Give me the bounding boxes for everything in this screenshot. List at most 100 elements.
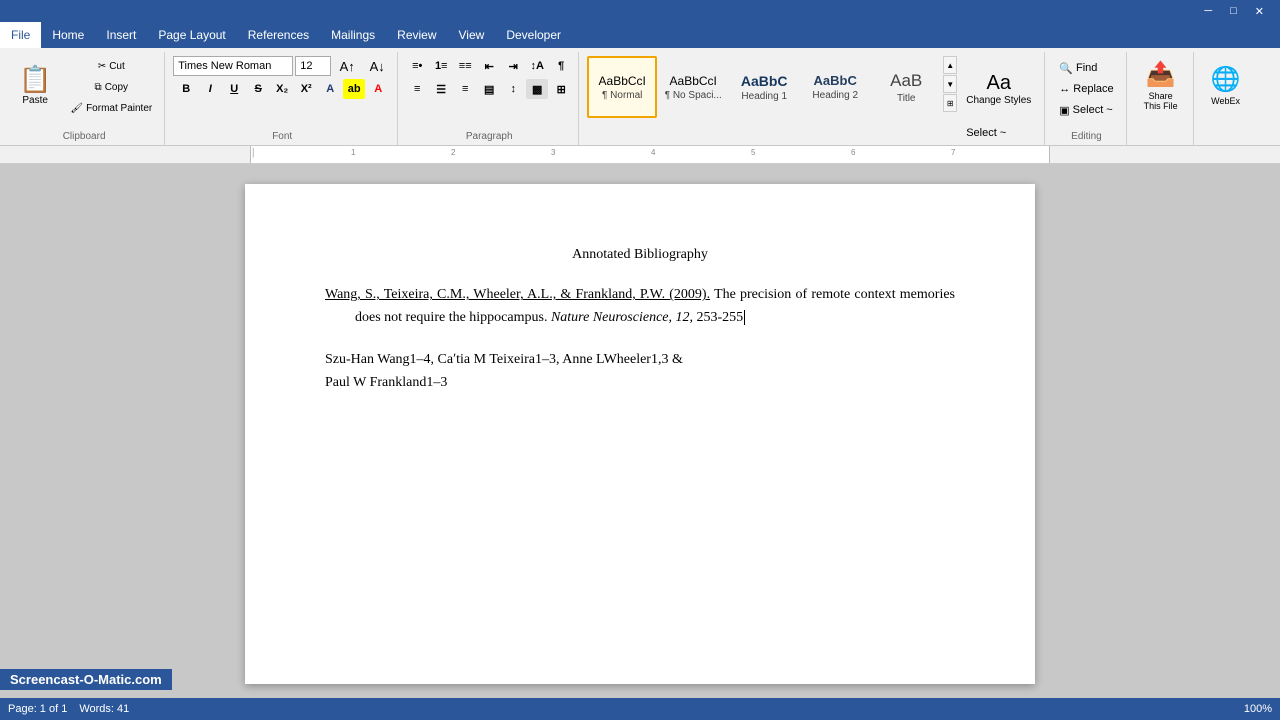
- share-button[interactable]: 📤 ShareThis File: [1135, 56, 1187, 114]
- text-effects-button[interactable]: A: [319, 79, 341, 99]
- document-area[interactable]: Annotated Bibliography Wang, S., Teixeir…: [0, 164, 1280, 698]
- document-page[interactable]: Annotated Bibliography Wang, S., Teixeir…: [245, 184, 1035, 684]
- replace-button[interactable]: ↔ Replace: [1053, 79, 1119, 99]
- underline-button[interactable]: U: [223, 79, 245, 99]
- cut-button[interactable]: ✂ Cut: [64, 56, 158, 76]
- bold-button[interactable]: B: [175, 79, 197, 99]
- font-size-input[interactable]: [295, 56, 331, 76]
- style-heading1-preview: AaBbC: [741, 73, 788, 89]
- webex-button[interactable]: 🌐 WebEx: [1202, 56, 1250, 114]
- ruler: │ 1 2 3 4 5 6 7: [0, 146, 1280, 164]
- font-label: Font: [272, 129, 292, 145]
- style-normal-label: ¶ Normal: [602, 90, 642, 101]
- menu-view[interactable]: View: [448, 22, 496, 48]
- paragraph-label: Paragraph: [466, 129, 513, 145]
- status-left: Page: 1 of 1 Words: 41: [8, 703, 129, 715]
- increase-indent-button[interactable]: ⇥: [502, 56, 524, 76]
- menu-file[interactable]: File: [0, 22, 41, 48]
- sort-button[interactable]: ↕A: [526, 56, 548, 76]
- share-icon: 📤: [1146, 60, 1176, 89]
- justify-button[interactable]: ▤: [478, 79, 500, 99]
- styles-gallery: AaBbCcI ¶ Normal AaBbCcI ¶ No Spaci... A…: [587, 56, 941, 118]
- style-heading2-preview: AaBbC: [814, 73, 857, 88]
- change-styles-button[interactable]: Aa Change Styles: [959, 58, 1038, 120]
- style-no-spacing-label: ¶ No Spaci...: [665, 90, 722, 101]
- ribbon-group-editing: 🔍 Find ↔ Replace ▣ Select ~ Editing: [1047, 52, 1126, 145]
- maximize-button[interactable]: □: [1222, 4, 1245, 19]
- menu-bar: File Home Insert Page Layout References …: [0, 22, 1280, 48]
- styles-scroll-up[interactable]: ▲: [943, 56, 957, 74]
- numbering-button[interactable]: 1≡: [430, 56, 452, 76]
- styles-more[interactable]: ⊞: [943, 94, 957, 112]
- change-styles-icon: Aa: [987, 72, 1011, 95]
- status-words: Words: 41: [79, 703, 129, 715]
- line-spacing-button[interactable]: ↕: [502, 79, 524, 99]
- clipboard-small-btns: ✂ Cut ⧉ Copy 🖌 Format Painter: [64, 56, 158, 118]
- paragraph-row1: ≡• 1≡ ≡≡ ⇤ ⇥ ↕A ¶: [406, 56, 572, 76]
- menu-review[interactable]: Review: [386, 22, 447, 48]
- format-painter-icon: 🖌: [70, 103, 83, 114]
- paragraph-row2: ≡ ☰ ≡ ▤ ↕ ▩ ⊞: [406, 79, 572, 99]
- style-title-preview: AaB: [890, 71, 922, 91]
- superscript-button[interactable]: X²: [295, 79, 317, 99]
- menu-home[interactable]: Home: [41, 22, 95, 48]
- font-grow-button[interactable]: A↑: [333, 56, 361, 76]
- shading-button[interactable]: ▩: [526, 79, 548, 99]
- watermark: Screencast-O-Matic.com: [0, 669, 172, 690]
- select-icon: ▣: [1059, 104, 1069, 117]
- strikethrough-button[interactable]: S: [247, 79, 269, 99]
- window-controls: ─ □ ✕: [1196, 4, 1272, 19]
- reference-authors: Wang, S., Teixeira, C.M., Wheeler, A.L.,…: [325, 287, 710, 302]
- paste-button[interactable]: 📋 Paste: [10, 56, 60, 114]
- align-center-button[interactable]: ☰: [430, 79, 452, 99]
- styles-scroll-down[interactable]: ▼: [943, 75, 957, 93]
- editing-label: Editing: [1071, 129, 1102, 145]
- menu-page-layout[interactable]: Page Layout: [147, 22, 236, 48]
- ribbon-group-paragraph: ≡• 1≡ ≡≡ ⇤ ⇥ ↕A ¶ ≡ ☰ ≡ ▤ ↕ ▩ ⊞ Paragrap…: [400, 52, 579, 145]
- style-no-spacing-preview: AaBbCcI: [670, 74, 717, 88]
- ribbon-group-clipboard: 📋 Paste ✂ Cut ⧉ Copy 🖌 Format Painter Cl…: [4, 52, 165, 145]
- reference-paragraph[interactable]: Wang, S., Teixeira, C.M., Wheeler, A.L.,…: [325, 284, 955, 329]
- text-highlight-button[interactable]: ab: [343, 79, 365, 99]
- decrease-indent-button[interactable]: ⇤: [478, 56, 500, 76]
- align-right-button[interactable]: ≡: [454, 79, 476, 99]
- title-bar: ─ □ ✕: [0, 0, 1280, 22]
- style-heading1[interactable]: AaBbC Heading 1: [729, 56, 799, 118]
- select-button[interactable]: Select ~: [959, 122, 1038, 144]
- italic-button[interactable]: I: [199, 79, 221, 99]
- style-normal[interactable]: AaBbCcI ¶ Normal: [587, 56, 657, 118]
- menu-insert[interactable]: Insert: [95, 22, 147, 48]
- minimize-button[interactable]: ─: [1196, 4, 1220, 19]
- subscript-button[interactable]: X₂: [271, 79, 293, 99]
- menu-references[interactable]: References: [237, 22, 320, 48]
- close-button[interactable]: ✕: [1247, 4, 1272, 19]
- menu-mailings[interactable]: Mailings: [320, 22, 386, 48]
- select-all-button[interactable]: ▣ Select ~: [1053, 100, 1119, 120]
- ribbon-group-share: 📤 ShareThis File: [1129, 52, 1194, 145]
- font-shrink-button[interactable]: A↓: [363, 56, 391, 76]
- authors-line2: Paul W Frankland1–3: [325, 375, 447, 390]
- status-right: 100%: [1244, 703, 1272, 715]
- ribbon-group-font: A↑ A↓ B I U S X₂ X² A ab A Font: [167, 52, 398, 145]
- replace-icon: ↔: [1059, 83, 1070, 95]
- ribbon-group-styles: AaBbCcI ¶ Normal AaBbCcI ¶ No Spaci... A…: [581, 52, 1045, 145]
- style-title[interactable]: AaB Title: [871, 56, 941, 118]
- style-no-spacing[interactable]: AaBbCcI ¶ No Spaci...: [658, 56, 728, 118]
- align-left-button[interactable]: ≡: [406, 79, 428, 99]
- menu-developer[interactable]: Developer: [495, 22, 572, 48]
- find-button[interactable]: 🔍 Find: [1053, 58, 1119, 78]
- font-row1: A↑ A↓: [173, 56, 391, 76]
- bullets-button[interactable]: ≡•: [406, 56, 428, 76]
- editing-buttons: 🔍 Find ↔ Replace ▣ Select ~: [1053, 58, 1119, 120]
- style-heading2[interactable]: AaBbC Heading 2: [800, 56, 870, 118]
- copy-button[interactable]: ⧉ Copy: [64, 77, 158, 97]
- font-color-button[interactable]: A: [367, 79, 389, 99]
- format-painter-button[interactable]: 🖌 Format Painter: [64, 98, 158, 118]
- borders-button[interactable]: ⊞: [550, 79, 572, 99]
- authors-line1: Szu-Han Wang1–4, Caʹtia M Teixeira1–3, A…: [325, 352, 683, 367]
- reference-journal: Nature Neuroscience, 12,: [551, 310, 693, 325]
- style-heading2-label: Heading 2: [812, 90, 858, 101]
- show-hide-button[interactable]: ¶: [550, 56, 572, 76]
- multilevel-list-button[interactable]: ≡≡: [454, 56, 476, 76]
- font-name-input[interactable]: [173, 56, 293, 76]
